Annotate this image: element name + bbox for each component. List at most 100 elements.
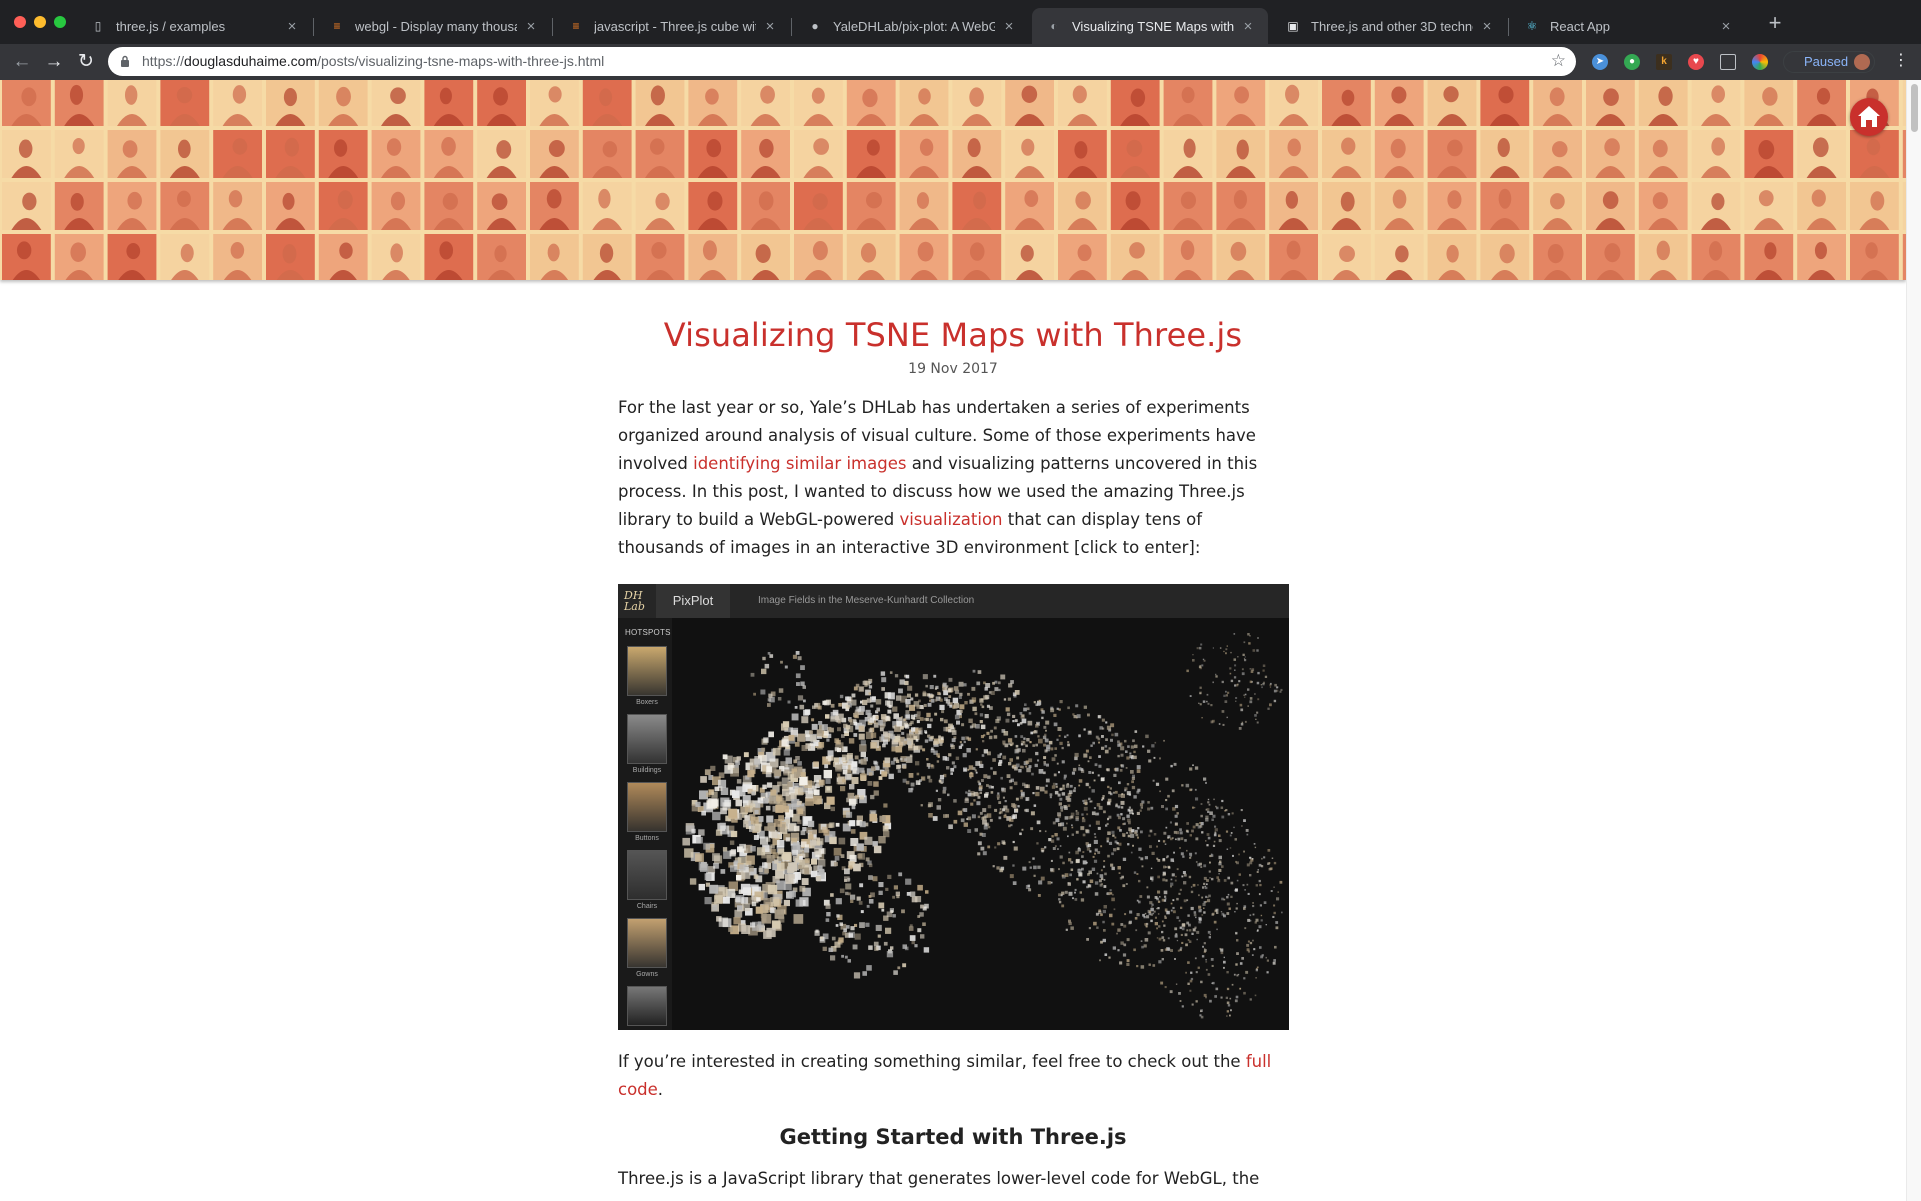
close-tab-icon[interactable]: × — [523, 18, 539, 35]
image-point — [855, 706, 861, 712]
image-point — [1165, 807, 1168, 811]
image-point — [753, 692, 756, 696]
browser-tab[interactable]: ▯ three.js / examples × — [76, 8, 312, 44]
image-point — [964, 798, 969, 803]
hotspot-thumbnail[interactable] — [627, 986, 667, 1026]
hotspot-label: Gowns — [636, 971, 658, 978]
image-point — [1033, 804, 1037, 807]
image-point — [864, 836, 873, 845]
image-point — [1184, 933, 1188, 937]
image-point — [1070, 868, 1074, 871]
image-point — [1234, 889, 1236, 892]
portrait-tile — [1797, 182, 1846, 230]
image-point — [1066, 783, 1069, 786]
image-point — [1203, 864, 1207, 868]
image-point — [853, 863, 861, 872]
close-tab-icon[interactable]: × — [284, 18, 300, 35]
image-point — [897, 966, 901, 970]
back-button[interactable]: ← — [10, 50, 34, 74]
address-bar[interactable]: https://douglasduhaime.com/posts/visuali… — [108, 47, 1576, 76]
image-point — [1146, 886, 1149, 889]
portrait-tile — [1374, 234, 1424, 280]
browser-tab[interactable]: ▣ Three.js and other 3D technolo × — [1271, 8, 1507, 44]
close-tab-icon[interactable]: × — [1479, 18, 1495, 35]
image-point — [722, 754, 728, 760]
image-point — [777, 781, 782, 787]
image-point — [1032, 744, 1035, 747]
portrait-tile — [1797, 130, 1846, 178]
scrollbar-thumb[interactable] — [1911, 84, 1918, 132]
image-point — [765, 805, 771, 811]
scrollbar[interactable] — [1906, 80, 1921, 1201]
image-point — [1123, 943, 1127, 947]
image-point — [1210, 853, 1213, 855]
image-point — [742, 903, 750, 912]
identifying-similar-images-link[interactable]: identifying similar images — [693, 454, 906, 473]
image-point — [905, 699, 911, 705]
extension-green-icon[interactable]: ● — [1624, 54, 1640, 70]
close-window-button[interactable] — [14, 16, 26, 28]
extension-k-icon[interactable]: k — [1656, 54, 1672, 70]
browser-tab[interactable]: ◐Visualizing TSNE Maps with Th× — [1032, 8, 1268, 44]
reload-button[interactable]: ↻ — [74, 50, 98, 74]
maximize-window-button[interactable] — [54, 16, 66, 28]
portrait-tile — [107, 130, 157, 178]
hotspot-thumbnail[interactable] — [627, 646, 667, 696]
browser-tab[interactable]: ≡webgl - Display many thousands× — [315, 8, 551, 44]
image-point — [1241, 957, 1244, 960]
image-point — [1236, 939, 1239, 942]
image-point — [1226, 716, 1228, 719]
close-tab-icon[interactable]: × — [1718, 18, 1734, 35]
forward-button[interactable]: → — [42, 50, 66, 74]
image-point — [841, 954, 844, 958]
image-point — [1041, 710, 1045, 714]
image-point — [964, 701, 968, 705]
bookmark-star-icon[interactable]: ☆ — [1551, 51, 1566, 71]
hotspot-thumbnail[interactable] — [627, 782, 667, 832]
close-tab-icon[interactable]: × — [762, 18, 778, 35]
browser-menu-icon[interactable]: ⋮ — [1893, 51, 1909, 71]
image-point — [1193, 911, 1197, 914]
image-point — [1038, 880, 1043, 885]
visualization-link[interactable]: visualization — [899, 510, 1002, 529]
image-point — [1212, 647, 1214, 649]
close-tab-icon[interactable]: × — [1001, 18, 1017, 35]
image-point — [1070, 784, 1073, 788]
close-tab-icon[interactable]: × — [1240, 18, 1256, 35]
hotspot-thumbnail[interactable] — [627, 850, 667, 900]
pixplot-screenshot-link[interactable]: DH Lab PixPlot Image Fields in the Meser… — [618, 584, 1289, 1030]
image-point — [1075, 815, 1079, 820]
image-point — [1244, 693, 1247, 696]
image-point — [1052, 821, 1056, 825]
image-point — [1273, 959, 1276, 962]
image-point — [1036, 820, 1041, 825]
extension-color-icon[interactable] — [1752, 54, 1768, 70]
extension-compass-icon[interactable]: ➤ — [1592, 54, 1608, 70]
image-point — [1230, 832, 1233, 834]
minimize-window-button[interactable] — [34, 16, 46, 28]
image-point — [1151, 906, 1153, 908]
hotspot-thumbnail[interactable] — [627, 714, 667, 764]
new-tab-button[interactable]: + — [1763, 12, 1787, 36]
browser-tab[interactable]: ≡ javascript - Three.js cube with × — [554, 8, 790, 44]
intro-paragraph: For the last year or so, Yale’s DHLab ha… — [618, 394, 1288, 562]
image-point — [1028, 861, 1031, 864]
extension-shield-icon[interactable]: ♥ — [1688, 54, 1704, 70]
hotspot-thumbnail[interactable] — [627, 918, 667, 968]
extension-screen-icon[interactable] — [1720, 54, 1736, 70]
image-point — [1274, 945, 1277, 949]
image-point — [1107, 785, 1110, 789]
image-point — [873, 781, 879, 787]
image-point — [1136, 790, 1140, 794]
browser-tab[interactable]: ● YaleDHLab/pix-plot: A WebGL × — [793, 8, 1029, 44]
image-point — [1179, 828, 1182, 831]
home-button[interactable] — [1850, 98, 1888, 136]
image-point — [1099, 959, 1101, 962]
image-point — [1039, 786, 1045, 792]
portrait-tile — [1533, 182, 1582, 230]
image-point — [939, 742, 943, 746]
image-point — [1030, 811, 1035, 816]
profile-paused-button[interactable]: Paused — [1783, 51, 1875, 73]
portrait-tile — [160, 130, 210, 178]
browser-tab[interactable]: ⚛ React App × — [1510, 8, 1746, 44]
